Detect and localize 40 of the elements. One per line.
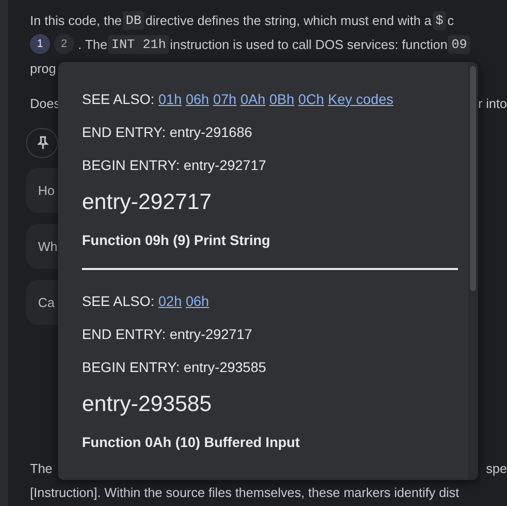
suggestion-card[interactable]: Ho <box>26 168 58 213</box>
begin-entry-text: BEGIN ENTRY: entry-293585 <box>82 358 266 374</box>
body-text: In this code, the <box>30 12 122 28</box>
body-text: c <box>447 12 454 28</box>
see-also-label: SEE ALSO: <box>82 90 154 106</box>
body-text: r into <box>478 96 507 110</box>
link[interactable]: 0Ah <box>240 90 266 106</box>
link[interactable]: 0Ch <box>298 90 324 106</box>
inline-code: 09 <box>448 34 470 54</box>
link[interactable]: Key codes <box>328 90 394 106</box>
citation-chip[interactable]: 1 <box>30 34 50 54</box>
suggestion-card[interactable]: Ca <box>26 280 58 325</box>
scrollbar[interactable] <box>468 62 478 480</box>
body-text: prog <box>30 60 56 76</box>
end-entry-text: END ENTRY: entry-292717 <box>82 326 252 342</box>
body-text: The <box>30 460 52 476</box>
link[interactable]: 06h <box>186 90 210 106</box>
body-text: spe <box>486 460 507 476</box>
suggestion-card[interactable]: Wh <box>26 224 58 269</box>
entry-heading: entry-292717 <box>82 188 213 216</box>
link[interactable]: 07h <box>213 90 236 106</box>
link[interactable]: 01h <box>158 90 182 106</box>
pin-icon <box>37 136 49 150</box>
body-text: [Instruction]. Within the source files themselves, these markers identify dist <box>30 484 460 500</box>
body-text: . The <box>78 36 108 52</box>
citation-chip[interactable]: 2 <box>54 34 74 54</box>
function-title: Function 09h (9) Print String <box>82 232 270 248</box>
inline-code: DB <box>122 10 144 30</box>
body-text: instruction is used to call DOS services: function <box>170 36 448 52</box>
body-text: directive defines the string, which must end with a <box>145 12 432 28</box>
entry-heading: entry-293585 <box>82 390 213 418</box>
link[interactable]: 02h <box>158 292 182 308</box>
function-title: Function 0Ah (10) Buffered Input <box>82 434 300 450</box>
inline-code: INT 21h <box>108 34 169 54</box>
link[interactable]: 0Bh <box>269 90 294 106</box>
link[interactable]: 06h <box>186 292 210 308</box>
begin-entry-text: BEGIN ENTRY: entry-292717 <box>82 156 266 172</box>
inline-code: $ <box>432 10 446 30</box>
see-also-label: SEE ALSO: <box>82 292 154 308</box>
end-entry-text: END ENTRY: entry-291686 <box>82 124 252 140</box>
